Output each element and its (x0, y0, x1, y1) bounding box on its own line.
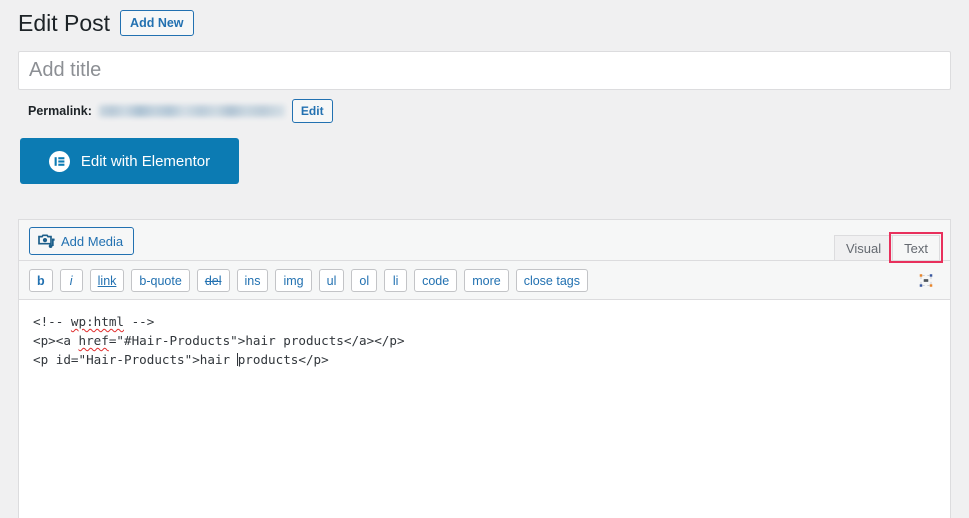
misspelled-word-wp-html: wp:html (70, 314, 124, 329)
qt-button-del[interactable]: del (196, 269, 230, 292)
elementor-button-label: Edit with Elementor (80, 152, 211, 170)
add-media-label: Add Media (61, 233, 124, 249)
distraction-free-writing-icon[interactable] (913, 268, 939, 292)
qt-button-ol[interactable]: ol (351, 269, 378, 292)
qt-button-img[interactable]: img (275, 269, 312, 292)
quicktags-row: b i link b-quote del ins img ul ol li co… (29, 269, 940, 292)
post-editor-panel: Add Media Visual Text b i link b-quote d… (18, 219, 951, 518)
add-media-button[interactable]: Add Media (29, 227, 135, 255)
post-title-wrapper (18, 51, 951, 90)
code-line-3: <p id="Hair-Products">hair products</p> (33, 350, 936, 369)
qt-button-i[interactable]: i (59, 269, 83, 292)
qt-button-link[interactable]: link (89, 269, 125, 292)
editor-mode-tabs: Visual Text (833, 232, 943, 263)
qt-button-more[interactable]: more (464, 269, 509, 292)
qt-button-b-quote[interactable]: b-quote (131, 269, 190, 292)
add-new-button[interactable]: Add New (120, 10, 194, 36)
code-line-1: <!-- wp:html --> (33, 312, 936, 331)
code-text-2: <p><a (33, 333, 79, 348)
editor-media-bar: Add Media Visual Text (19, 220, 950, 263)
quicktags-toolbar: b i link b-quote del ins img ul ol li co… (19, 260, 950, 299)
wordpress-edit-post-screen: Edit Post Add New Permalink: Edit Edit w… (0, 0, 969, 518)
page-header: Edit Post Add New (18, 8, 194, 38)
post-title-input[interactable] (18, 51, 951, 90)
permalink-row: Permalink: Edit (28, 99, 333, 123)
qt-button-li[interactable]: li (384, 269, 408, 292)
code-line-2: <p><a href="#Hair-Products">hair product… (33, 331, 936, 350)
qt-button-ul[interactable]: ul (318, 269, 345, 292)
post-content-textarea[interactable]: <!-- wp:html --> <p><a href="#Hair-Produ… (19, 299, 950, 518)
qt-button-code[interactable]: code (414, 269, 458, 292)
elementor-logo-icon (48, 150, 70, 172)
permalink-url-redacted (98, 105, 285, 117)
code-text-3: <p id="Hair-Products">hair (33, 352, 238, 367)
code-text-2b: ="#Hair-Products">hair products</a></p> (108, 333, 405, 348)
media-add-icon (38, 233, 55, 248)
code-text-1: <!-- (33, 314, 71, 329)
permalink-edit-button[interactable]: Edit (291, 99, 333, 123)
qt-button-ins[interactable]: ins (236, 269, 269, 292)
tab-text[interactable]: Text (889, 232, 943, 263)
permalink-label: Permalink: (28, 104, 92, 118)
qt-button-close-tags[interactable]: close tags (515, 269, 588, 292)
misspelled-word-href: href (78, 333, 109, 348)
code-text-3b: products</p> (237, 352, 329, 367)
qt-button-b[interactable]: b (29, 269, 53, 292)
page-title: Edit Post (18, 10, 111, 36)
tab-visual[interactable]: Visual (833, 235, 894, 260)
edit-with-elementor-button[interactable]: Edit with Elementor (20, 138, 239, 184)
code-text-1b: --> (124, 314, 155, 329)
